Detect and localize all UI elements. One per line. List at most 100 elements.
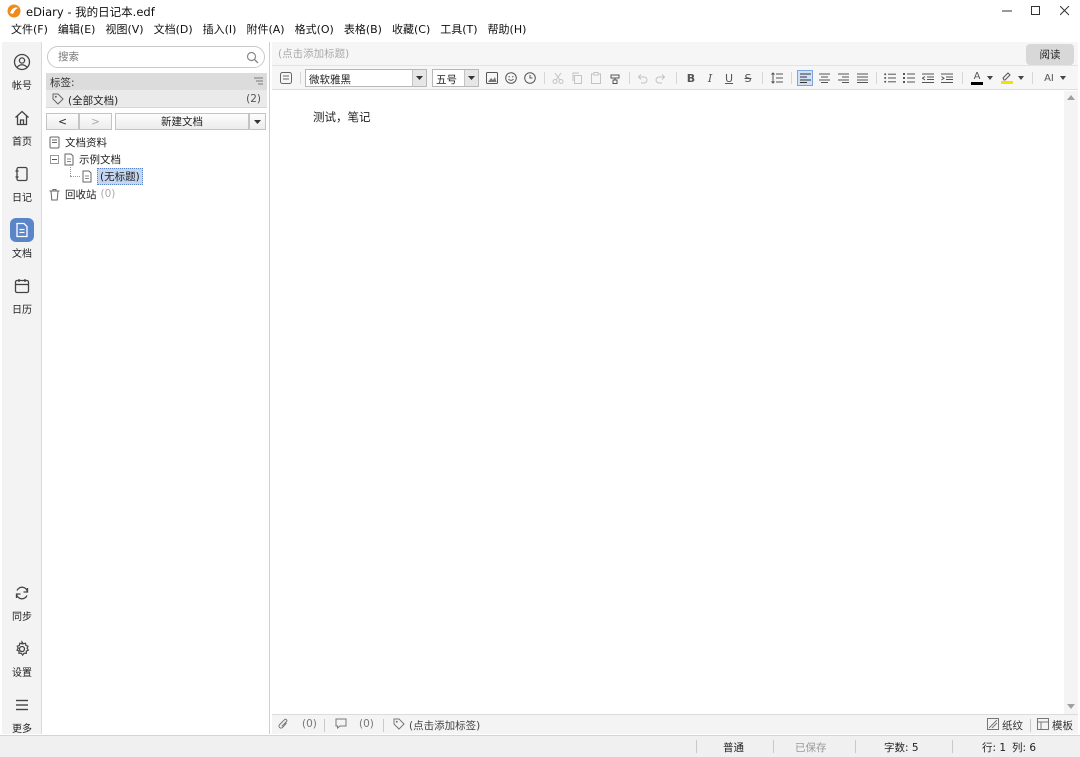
sidebar-toggle-icon[interactable] — [278, 70, 294, 86]
numbered-list-icon[interactable] — [901, 70, 917, 86]
menu-favorites[interactable]: 收藏(C) — [387, 21, 435, 39]
forward-button[interactable]: > — [79, 113, 112, 130]
status-separator — [855, 740, 856, 753]
align-right-icon[interactable] — [835, 70, 851, 86]
format-painter-icon[interactable] — [607, 70, 623, 86]
read-mode-button[interactable]: 阅读 — [1026, 44, 1074, 65]
maximize-button[interactable] — [1021, 0, 1051, 22]
menu-file[interactable]: 文件(F) — [6, 21, 53, 39]
vertical-scrollbar[interactable] — [1064, 91, 1078, 715]
nav-home[interactable]: 首页 — [2, 102, 42, 148]
menu-bar: 文件(F) 编辑(E) 视图(V) 文档(D) 插入(I) 附件(A) 格式(O… — [0, 20, 1080, 40]
calendar-icon — [10, 274, 34, 298]
menu-view[interactable]: 视图(V) — [100, 21, 148, 39]
comment-count: (0) — [359, 718, 374, 730]
undo-icon[interactable] — [634, 70, 650, 86]
tag-all-label: (全部文档) — [68, 95, 119, 107]
indent-icon[interactable] — [939, 70, 955, 86]
font-family-select[interactable]: 微软雅黑 — [305, 69, 427, 87]
tag-all-documents[interactable]: (全部文档) (2) — [46, 90, 267, 108]
collapse-icon[interactable] — [50, 154, 59, 164]
tree-folder[interactable]: 示例文档 — [50, 151, 121, 167]
add-tag-input[interactable]: (点击添加标签) — [409, 718, 480, 733]
minimize-button[interactable] — [992, 0, 1022, 22]
new-document-dropdown[interactable] — [249, 113, 266, 130]
comment-icon[interactable] — [335, 718, 347, 729]
ai-dropdown-icon[interactable] — [1058, 70, 1067, 86]
highlight-dropdown-icon[interactable] — [1016, 70, 1025, 86]
align-left-icon[interactable] — [797, 70, 813, 86]
trash-icon — [48, 188, 61, 201]
toolbar-separator — [791, 72, 792, 84]
font-color-icon[interactable]: A — [969, 70, 985, 86]
align-justify-icon[interactable] — [854, 70, 870, 86]
tree-doc-label: (无标题) — [97, 167, 143, 185]
paper-texture-button[interactable]: 纸纹 — [1002, 718, 1023, 733]
window-title: eDiary - 我的日记本.edf — [26, 5, 155, 19]
nav-account[interactable]: 帐号 — [2, 46, 42, 92]
menu-tools[interactable]: 工具(T) — [435, 21, 482, 39]
nav-settings[interactable]: 设置 — [2, 633, 42, 679]
side-nav: 帐号 首页 日记 文档 日历 同步 设置 更多 — [2, 42, 42, 735]
cut-icon[interactable] — [550, 70, 566, 86]
menu-document[interactable]: 文档(D) — [149, 21, 198, 39]
paste-icon[interactable] — [588, 70, 604, 86]
menu-help[interactable]: 帮助(H) — [483, 21, 532, 39]
document-body-text[interactable]: 测试，笔记 — [313, 109, 371, 125]
bottom-separator — [324, 719, 325, 732]
bold-icon[interactable]: B — [683, 70, 699, 86]
home-icon — [10, 106, 34, 130]
strikethrough-icon[interactable]: S — [740, 70, 756, 86]
editor-bottom-bar: (0) (0) (点击添加标签) 纸纹 模板 — [272, 714, 1078, 734]
copy-icon[interactable] — [569, 70, 585, 86]
highlight-icon[interactable] — [999, 70, 1015, 86]
search-box — [47, 46, 265, 68]
nav-more[interactable]: 更多 — [2, 689, 42, 735]
scroll-up-icon[interactable] — [1067, 95, 1075, 100]
tree-doc[interactable]: (无标题) — [81, 167, 143, 185]
scroll-down-icon[interactable] — [1067, 704, 1075, 709]
menu-attachment[interactable]: 附件(A) — [241, 21, 289, 39]
editor-pane: (点击添加标题) 阅读 微软雅黑 五号 B I U S A AI 测试，笔记 (… — [272, 42, 1078, 734]
document-title-input[interactable]: (点击添加标题) — [278, 46, 349, 61]
menu-format[interactable]: 格式(O) — [290, 21, 339, 39]
paper-texture-icon — [987, 718, 999, 730]
ai-icon[interactable]: AI — [1040, 70, 1058, 86]
nav-diary[interactable]: 日记 — [2, 158, 42, 204]
redo-icon[interactable] — [653, 70, 669, 86]
menu-edit[interactable]: 编辑(E) — [53, 21, 101, 39]
clock-icon[interactable] — [522, 70, 538, 86]
notebook-icon — [48, 136, 61, 149]
nav-calendar[interactable]: 日历 — [2, 270, 42, 316]
bullet-list-icon[interactable] — [882, 70, 898, 86]
tags-header[interactable]: 标签: — [46, 73, 267, 90]
font-color-dropdown-icon[interactable] — [985, 70, 994, 86]
back-button[interactable]: < — [46, 113, 79, 130]
title-row: (点击添加标题) 阅读 — [272, 42, 1078, 66]
close-button[interactable] — [1050, 0, 1080, 22]
italic-icon[interactable]: I — [702, 70, 718, 86]
align-center-icon[interactable] — [816, 70, 832, 86]
tree-root[interactable]: 文档资料 — [48, 134, 107, 150]
menu-table[interactable]: 表格(B) — [339, 21, 387, 39]
tree-recycle[interactable]: 回收站 (0) — [48, 186, 115, 202]
nav-sync[interactable]: 同步 — [2, 577, 42, 623]
nav-docs[interactable]: 文档 — [2, 214, 42, 260]
search-icon[interactable] — [246, 51, 259, 64]
list-options-icon[interactable] — [254, 77, 263, 85]
insert-image-icon[interactable] — [484, 70, 500, 86]
emoji-icon[interactable] — [503, 70, 519, 86]
menu-insert[interactable]: 插入(I) — [198, 21, 242, 39]
outdent-icon[interactable] — [920, 70, 936, 86]
search-input[interactable] — [58, 50, 238, 64]
nav-account-label: 帐号 — [12, 81, 32, 92]
line-spacing-icon[interactable] — [769, 70, 785, 86]
underline-icon[interactable]: U — [721, 70, 737, 86]
font-size-select[interactable]: 五号 — [432, 69, 479, 87]
new-document-button[interactable]: 新建文档 — [115, 113, 249, 130]
attachment-icon[interactable] — [278, 718, 289, 730]
tags-label: 标签: — [50, 77, 75, 89]
editor-content[interactable]: 测试，笔记 — [272, 91, 1064, 715]
toolbar-separator — [962, 72, 963, 84]
template-button[interactable]: 模板 — [1052, 718, 1073, 733]
